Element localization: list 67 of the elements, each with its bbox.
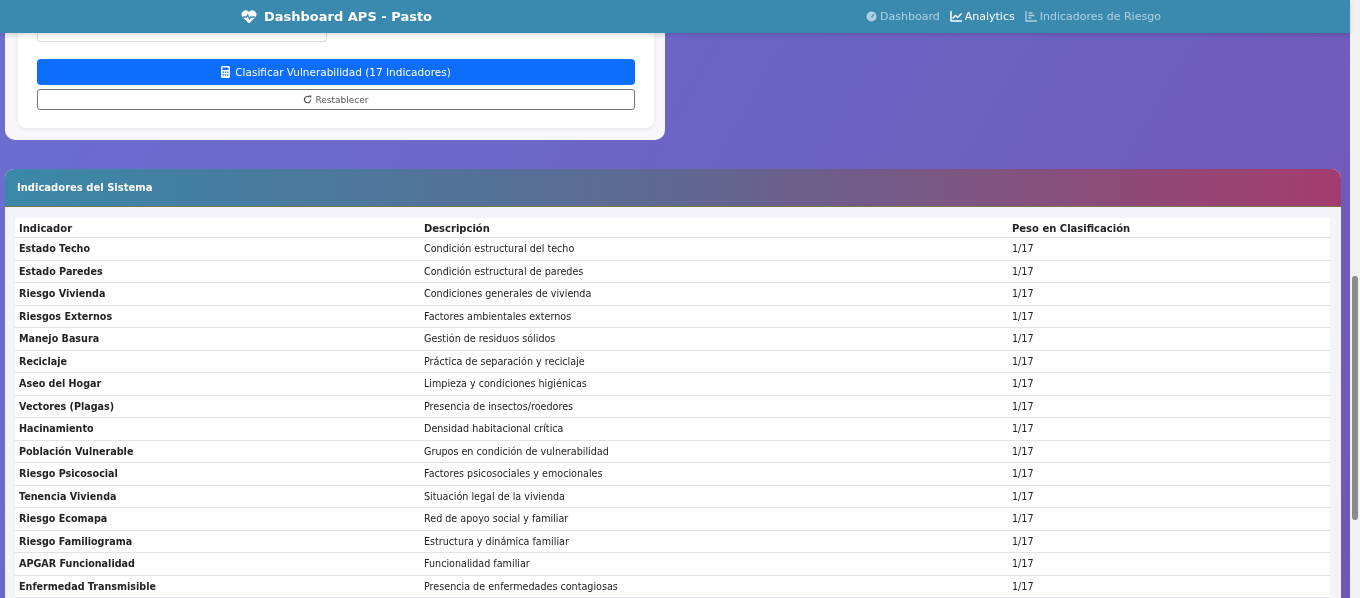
table-cell: Estado Paredes	[15, 260, 420, 283]
gauge-icon	[866, 11, 878, 22]
table-cell: Presencia de enfermedades contagiosas	[420, 575, 1008, 598]
input-field[interactable]	[37, 33, 327, 42]
calculator-icon	[221, 66, 231, 78]
table-cell: Riesgos Externos	[15, 305, 420, 328]
table-cell: 1/17	[1008, 552, 1330, 575]
column-header: Indicador	[15, 218, 420, 238]
column-header: Descripción	[420, 218, 1008, 238]
table-cell: Estado Techo	[15, 237, 420, 260]
table-cell: 1/17	[1008, 575, 1330, 598]
table-cell: 1/17	[1008, 282, 1330, 305]
table-cell: 1/17	[1008, 237, 1330, 260]
refresh-icon	[303, 95, 313, 104]
card-title: Indicadores del Sistema	[17, 182, 153, 193]
table-cell: Población Vulnerable	[15, 440, 420, 463]
nav-link[interactable]: Dashboard	[866, 10, 940, 23]
table-cell: 1/17	[1008, 440, 1330, 463]
reset-button[interactable]: Restablecer	[37, 89, 635, 110]
table-cell: Densidad habitacional crítica	[420, 417, 1008, 440]
table-cell: Presencia de insectos/roedores	[420, 395, 1008, 418]
table-cell: APGAR Funcionalidad	[15, 552, 420, 575]
scrollbar-thumb[interactable]	[1352, 276, 1358, 520]
table-cell: 1/17	[1008, 372, 1330, 395]
table-cell: Aseo del Hogar	[15, 372, 420, 395]
classify-button[interactable]: Clasificar Vulnerabilidad (17 Indicadores)	[37, 59, 635, 85]
table-cell: Riesgo Vivienda	[15, 282, 420, 305]
table-cell: 1/17	[1008, 462, 1330, 485]
table-cell: Tenencia Vivienda	[15, 485, 420, 508]
table-cell: Manejo Basura	[15, 327, 420, 350]
table-cell: 1/17	[1008, 530, 1330, 553]
scrollbar[interactable]	[1350, 0, 1360, 598]
table-cell: Condición estructural de paredes	[420, 260, 1008, 283]
table-cell: Funcionalidad familiar	[420, 552, 1008, 575]
table-cell: Reciclaje	[15, 350, 420, 373]
table-cell: Riesgo Familiograma	[15, 530, 420, 553]
table-cell: 1/17	[1008, 305, 1330, 328]
table-cell: Riesgo Ecomapa	[15, 507, 420, 530]
table-cell: Grupos en condición de vulnerabilidad	[420, 440, 1008, 463]
table-cell: Práctica de separación y reciclaje	[420, 350, 1008, 373]
table-cell: 1/17	[1008, 485, 1330, 508]
bar-list-icon	[1024, 11, 1037, 22]
table-cell: 1/17	[1008, 417, 1330, 440]
table-cell: 1/17	[1008, 260, 1330, 283]
table-cell: Estructura y dinámica familiar	[420, 530, 1008, 553]
table-cell: Condiciones generales de vivienda	[420, 282, 1008, 305]
heart-pulse-icon	[241, 9, 257, 24]
table-cell: 1/17	[1008, 395, 1330, 418]
nav-link[interactable]: Indicadores de Riesgo	[1024, 10, 1161, 23]
table-cell: 1/17	[1008, 350, 1330, 373]
table-cell: Situación legal de la vivienda	[420, 485, 1008, 508]
line-chart-icon	[949, 11, 962, 22]
brand-title: Dashboard APS - Pasto	[264, 9, 433, 24]
table-cell: Condición estructural del techo	[420, 237, 1008, 260]
table-cell: Vectores (Plagas)	[15, 395, 420, 418]
table-cell: 1/17	[1008, 507, 1330, 530]
table-cell: Factores ambientales externos	[420, 305, 1008, 328]
table-cell: Enfermedad Transmisible	[15, 575, 420, 598]
table-cell: Hacinamiento	[15, 417, 420, 440]
table-cell: Gestión de residuos sólidos	[420, 327, 1008, 350]
column-header: Peso en Clasificación	[1008, 218, 1330, 238]
table-cell: 1/17	[1008, 327, 1330, 350]
nav-link[interactable]: Analytics	[949, 10, 1015, 23]
table-cell: Red de apoyo social y familiar	[420, 507, 1008, 530]
table-cell: Riesgo Psicosocial	[15, 462, 420, 485]
table-cell: Factores psicosociales y emocionales	[420, 462, 1008, 485]
table-cell: Limpieza y condiciones higiénicas	[420, 372, 1008, 395]
